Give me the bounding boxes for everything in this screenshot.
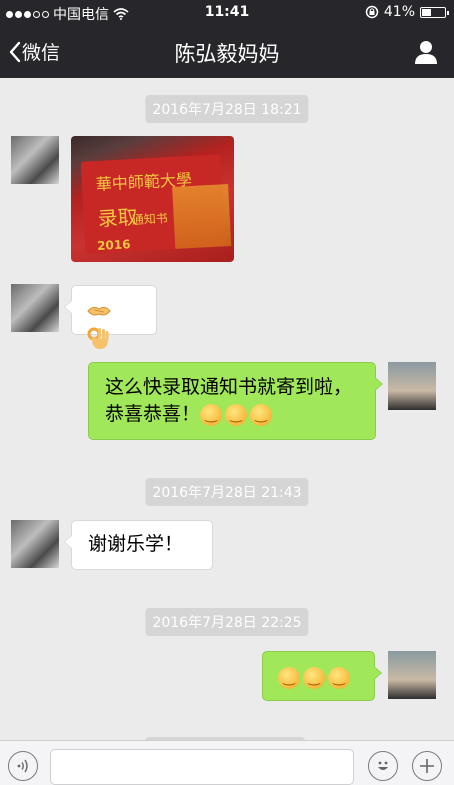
timestamp: 2016年7月28日 21:43: [145, 478, 309, 506]
photo-year-text: 2016: [96, 237, 131, 253]
image-message[interactable]: 華中師範大學 录取 通知书 2016: [71, 136, 234, 262]
photo-gate: [172, 184, 232, 249]
emoji-button[interactable]: [368, 751, 398, 781]
smile-emoji: [303, 666, 325, 689]
ok-hand-emoji: [87, 327, 109, 349]
person-icon[interactable]: [412, 38, 440, 66]
photo-card: 華中師範大學 录取 通知书 2016: [80, 154, 232, 254]
battery-tip: [447, 10, 449, 15]
battery-percent: 41%: [383, 4, 415, 20]
photo-small-text: 通知书: [131, 211, 169, 228]
handshake-emoji: [87, 306, 111, 315]
voice-icon: [17, 759, 28, 773]
voice-button[interactable]: [8, 751, 38, 781]
battery-icon: [420, 6, 449, 18]
message-bubble[interactable]: [64, 285, 157, 349]
plus-button[interactable]: [412, 751, 442, 781]
message-bubble[interactable]: [262, 651, 382, 701]
message-text: 谢谢乐学！: [88, 533, 184, 555]
message-input[interactable]: [50, 749, 354, 785]
rotation-lock-icon: [365, 5, 379, 19]
timestamp: 2016年7月28日 22:25: [145, 608, 309, 636]
avatar[interactable]: [11, 520, 59, 568]
smile-emoji: [225, 403, 248, 426]
emoji-face-icon: [378, 761, 388, 770]
plus-icon: [420, 759, 434, 773]
message-bubble[interactable]: 这么快录取通知书就寄到啦，恭喜恭喜！: [88, 362, 383, 440]
avatar[interactable]: [11, 284, 59, 332]
message-bubble[interactable]: 谢谢乐学！: [64, 520, 213, 570]
smile-emoji: [200, 403, 223, 426]
status-bar: 中国电信 11:41 41%: [0, 0, 454, 26]
input-bar: [0, 740, 454, 785]
status-right: 41%: [365, 4, 449, 20]
battery-fill: [422, 8, 432, 16]
nav-bar: 微信 陈弘毅妈妈: [0, 26, 454, 78]
smile-emoji: [328, 666, 350, 689]
avatar[interactable]: [11, 136, 59, 184]
chat-title: 陈弘毅妈妈: [174, 42, 280, 66]
avatar[interactable]: [388, 362, 436, 410]
smile-emoji: [250, 403, 273, 426]
smile-emoji: [278, 666, 300, 689]
avatar[interactable]: [388, 651, 436, 699]
timestamp: 2016年7月28日 18:21: [145, 95, 309, 123]
